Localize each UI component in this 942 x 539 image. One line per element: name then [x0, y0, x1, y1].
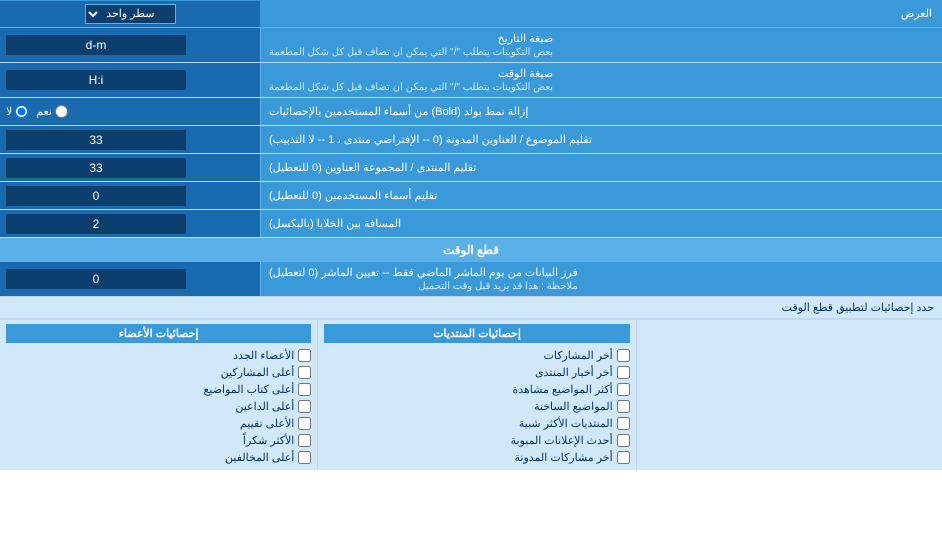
stat-item-blog-posts: أخر مشاركات المدونة	[324, 449, 629, 466]
date-format-row: صيغة التاريخ بعض التكوينات يتطلب "/" الت…	[0, 28, 942, 63]
time-format-label: صيغة الوقت بعض التكوينات يتطلب "/" التي …	[260, 63, 942, 97]
realtime-filter-input[interactable]	[6, 269, 186, 289]
stat-item-last-posts: أخر المشاركات	[324, 347, 629, 364]
usernames-trim-input-cell	[0, 182, 260, 209]
stat-checkbox-forum-news[interactable]	[617, 366, 630, 379]
display-mode-select[interactable]: سطر واحد سطرين	[85, 4, 176, 24]
stat-item-top-inviters: أعلى الداعين	[6, 398, 311, 415]
realtime-filter-input-cell	[0, 262, 260, 296]
bold-remove-yes-label: نعم	[36, 105, 68, 118]
display-mode-label: العرض	[260, 3, 942, 24]
stat-checkbox-most-viewed[interactable]	[617, 383, 630, 396]
bold-remove-label: إزالة نمط بولد (Bold) من أسماء المستخدمي…	[260, 98, 942, 125]
stats-col-forums-title: إحصائيات المنتديات	[324, 324, 629, 343]
forum-trim-input[interactable]	[6, 158, 186, 178]
stat-item-top-rated: الأعلى تقييم	[6, 415, 311, 432]
cell-spacing-label: المسافة بين الخلايا (بالبكسل)	[260, 210, 942, 237]
subject-trim-label: تقليم الموضوع / العناوين المدونة (0 -- ا…	[260, 126, 942, 153]
stats-col-members-title: إحصائيات الأعضاء	[6, 324, 311, 343]
stat-checkbox-blog-posts[interactable]	[617, 451, 630, 464]
stat-item-top-violators: أعلى المخالفين	[6, 449, 311, 466]
forum-trim-row: تقليم المنتدى / المجموعة العناوين (0 للت…	[0, 154, 942, 182]
display-mode-row: العرض سطر واحد سطرين	[0, 0, 942, 28]
forum-trim-label: تقليم المنتدى / المجموعة العناوين (0 للت…	[260, 154, 942, 181]
bold-remove-input-cell: نعم لا	[0, 98, 260, 125]
realtime-filter-label: فرز البيانات من يوم الماشر الماضي فقط --…	[260, 262, 942, 296]
cell-spacing-input-cell	[0, 210, 260, 237]
stat-item-most-thanked: الأكثر شكراً	[6, 432, 311, 449]
realtime-filter-row: فرز البيانات من يوم الماشر الماضي فقط --…	[0, 262, 942, 297]
stat-checkbox-top-topic-writers[interactable]	[298, 383, 311, 396]
display-mode-input-cell: سطر واحد سطرين	[0, 1, 260, 27]
main-container: العرض سطر واحد سطرين صيغة التاريخ بعض ال…	[0, 0, 942, 470]
stat-checkbox-top-violators[interactable]	[298, 451, 311, 464]
bold-remove-no-label: لا	[6, 105, 28, 118]
cell-spacing-input[interactable]	[6, 214, 186, 234]
stat-checkbox-classifieds[interactable]	[617, 434, 630, 447]
stat-checkbox-last-posts[interactable]	[617, 349, 630, 362]
subject-trim-input[interactable]	[6, 130, 186, 150]
bold-remove-radio-group: نعم لا	[6, 105, 68, 118]
stat-item-hot-topics: المواضيع الساخنة	[324, 398, 629, 415]
stat-item-top-posters: أعلى المشاركين	[6, 364, 311, 381]
realtime-section-header: قطع الوقت	[0, 238, 942, 262]
date-format-input[interactable]	[6, 35, 186, 55]
stat-checkbox-top-inviters[interactable]	[298, 400, 311, 413]
stat-item-classifieds: أحدث الإعلانات المبوبة	[324, 432, 629, 449]
usernames-trim-input[interactable]	[6, 186, 186, 206]
stat-item-most-similar: المنتديات الأكثر شبية	[324, 415, 629, 432]
stat-checkbox-most-similar[interactable]	[617, 417, 630, 430]
stat-checkbox-new-members[interactable]	[298, 349, 311, 362]
date-format-label: صيغة التاريخ بعض التكوينات يتطلب "/" الت…	[260, 28, 942, 62]
forum-trim-input-cell	[0, 154, 260, 181]
stats-empty-col	[636, 320, 942, 470]
bold-remove-no-radio[interactable]	[15, 105, 28, 118]
limit-row-label: حدد إحصائيات لتطبيق قطع الوقت	[8, 301, 934, 314]
stat-item-most-viewed: أكثر المواضيع مشاهدة	[324, 381, 629, 398]
stats-section: إحصائيات المنتديات أخر المشاركات أخر أخب…	[0, 319, 942, 470]
date-format-input-cell	[0, 28, 260, 62]
time-format-input[interactable]	[6, 70, 186, 90]
usernames-trim-label: تقليم أسماء المستخدمين (0 للتعطيل)	[260, 182, 942, 209]
stat-item-top-topic-writers: أعلى كتاب المواضيع	[6, 381, 311, 398]
stats-col-forums: إحصائيات المنتديات أخر المشاركات أخر أخب…	[317, 320, 635, 470]
stat-item-new-members: الأعضاء الجدد	[6, 347, 311, 364]
stat-checkbox-top-posters[interactable]	[298, 366, 311, 379]
time-format-row: صيغة الوقت بعض التكوينات يتطلب "/" التي …	[0, 63, 942, 98]
stat-checkbox-top-rated[interactable]	[298, 417, 311, 430]
stats-col-members: إحصائيات الأعضاء الأعضاء الجدد أعلى المش…	[0, 320, 317, 470]
stat-checkbox-hot-topics[interactable]	[617, 400, 630, 413]
stat-item-forum-news: أخر أخبار المنتدى	[324, 364, 629, 381]
cell-spacing-row: المسافة بين الخلايا (بالبكسل)	[0, 210, 942, 238]
usernames-trim-row: تقليم أسماء المستخدمين (0 للتعطيل)	[0, 182, 942, 210]
subject-trim-input-cell	[0, 126, 260, 153]
stat-checkbox-most-thanked[interactable]	[298, 434, 311, 447]
bold-remove-row: إزالة نمط بولد (Bold) من أسماء المستخدمي…	[0, 98, 942, 126]
time-format-input-cell	[0, 63, 260, 97]
bold-remove-yes-radio[interactable]	[55, 105, 68, 118]
limit-row: حدد إحصائيات لتطبيق قطع الوقت	[0, 297, 942, 319]
subject-trim-row: تقليم الموضوع / العناوين المدونة (0 -- ا…	[0, 126, 942, 154]
